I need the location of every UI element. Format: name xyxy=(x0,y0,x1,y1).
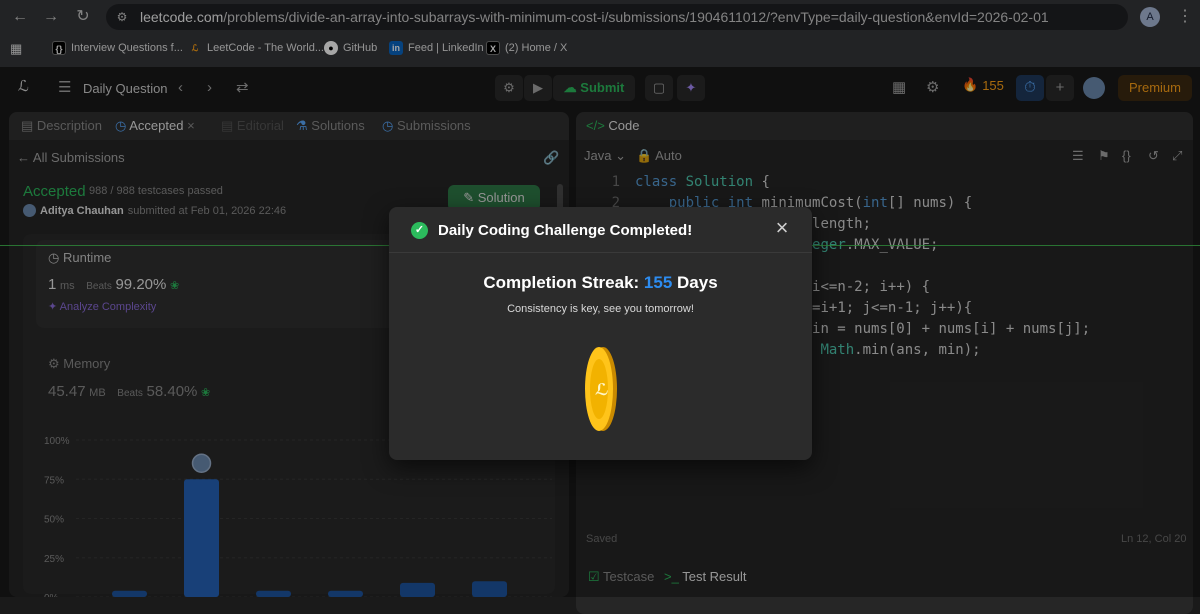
gold-coin-icon: ℒ xyxy=(585,347,617,431)
modal-title: Daily Coding Challenge Completed! xyxy=(438,222,693,239)
modal-header: ✓ Daily Coding Challenge Completed! × xyxy=(389,207,812,253)
check-circle-icon: ✓ xyxy=(411,222,428,239)
completion-streak: Completion Streak: 155 Days xyxy=(483,273,718,292)
svg-text:ℒ: ℒ xyxy=(595,380,609,399)
challenge-complete-modal: ✓ Daily Coding Challenge Completed! × Co… xyxy=(389,207,812,460)
close-icon[interactable]: × xyxy=(771,217,793,239)
modal-tagline: Consistency is key, see you tomorrow! xyxy=(507,303,694,315)
